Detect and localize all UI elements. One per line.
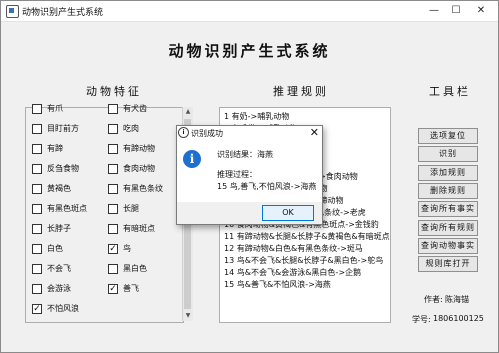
tool-button[interactable]: 查询动物事实 xyxy=(418,237,478,254)
feature-label: 食肉动物 xyxy=(123,164,155,173)
dialog-result: 识别结果：海燕 xyxy=(217,150,273,159)
window-title: 动物识别产生式系统 xyxy=(22,8,104,18)
feature-label: 不会飞 xyxy=(47,264,71,273)
feature-checkbox[interactable] xyxy=(32,224,42,234)
feature-checkbox[interactable] xyxy=(32,264,42,274)
feature-checkbox[interactable]: ✓ xyxy=(108,284,118,294)
feature-label: 有犬齿 xyxy=(123,104,147,113)
feature-checkbox[interactable] xyxy=(108,204,118,214)
feature-label: 有黑色条纹 xyxy=(123,184,163,193)
tools-title: 工具栏 xyxy=(429,85,471,98)
feature-checkbox[interactable] xyxy=(32,144,42,154)
scroll-down-icon[interactable]: ▼ xyxy=(183,311,193,321)
feature-checkbox[interactable] xyxy=(32,244,42,254)
dialog-title: 识别成功 xyxy=(191,129,223,138)
dialog-body: i 识别结果：海燕 推理过程： 15 鸟,善飞,不怕风浪->海燕 xyxy=(177,140,322,202)
feature-checkbox[interactable] xyxy=(108,164,118,174)
feature-checkbox[interactable] xyxy=(32,104,42,114)
features-title: 动物特征 xyxy=(86,85,142,98)
tool-button[interactable]: 查询所有事实 xyxy=(418,201,478,218)
feature-checkbox[interactable] xyxy=(32,204,42,214)
feature-checkbox[interactable] xyxy=(108,264,118,274)
maximize-button[interactable]: ☐ xyxy=(448,3,464,18)
tool-button[interactable]: 添加规则 xyxy=(418,164,478,181)
author-label: 作者: xyxy=(424,295,443,304)
dialog-process-label: 推理过程： xyxy=(217,170,257,179)
feature-label: 不怕风浪 xyxy=(47,304,79,313)
app-icon xyxy=(6,5,19,18)
result-dialog: i 识别成功 ✕ i 识别结果：海燕 推理过程： 15 鸟,善飞,不怕风浪->海… xyxy=(176,125,323,225)
tool-button[interactable]: 选项复位 xyxy=(418,128,478,144)
tool-button[interactable]: 识别 xyxy=(418,146,478,163)
feature-label: 长腿 xyxy=(123,204,139,213)
feature-checkbox[interactable] xyxy=(32,284,42,294)
feature-label: 善飞 xyxy=(123,284,139,293)
feature-label: 有黑色斑点 xyxy=(47,204,87,213)
features-panel: 有爪 有犬齿目盯前方 吃肉有蹄 有蹄动物反刍食物 食肉动物黄褐色 有黑色条纹有黑色斑点 长腿… xyxy=(25,104,184,323)
feature-checkbox[interactable]: ✓ xyxy=(108,244,118,254)
feature-label: 反刍食物 xyxy=(47,164,79,173)
feature-label: 黄褐色 xyxy=(47,184,71,193)
main-window: 动物识别产生式系统 — ☐ ✕ 动物识别产生式系统 动物特征 推理规则 工具栏 … xyxy=(0,0,499,353)
feature-label: 长脖子 xyxy=(47,224,71,233)
minimize-button[interactable]: — xyxy=(426,3,442,18)
rule-item[interactable]: 12 有蹄动物&白色&有黑色条纹->斑马 xyxy=(224,243,363,254)
feature-checkbox[interactable] xyxy=(108,144,118,154)
scroll-up-icon[interactable]: ▲ xyxy=(183,107,193,117)
dialog-info-icon: i xyxy=(178,127,189,138)
rule-item[interactable]: 1 有奶->哺乳动物 xyxy=(224,111,289,122)
feature-checkbox[interactable] xyxy=(32,124,42,134)
dialog-close-button[interactable]: ✕ xyxy=(310,126,319,139)
feature-label: 鸟 xyxy=(123,244,131,253)
rule-item[interactable]: 13 鸟&不会飞&长腿&长脖子&黑白色->鸵鸟 xyxy=(224,255,383,266)
feature-checkbox[interactable] xyxy=(32,164,42,174)
feature-checkbox[interactable] xyxy=(108,104,118,114)
rules-title: 推理规则 xyxy=(273,85,329,98)
information-icon: i xyxy=(183,150,201,168)
feature-label: 黑白色 xyxy=(123,264,147,273)
author-name: 陈海锚 xyxy=(445,295,469,304)
title-bar: 动物识别产生式系统 — ☐ ✕ xyxy=(1,1,498,22)
tool-button[interactable]: 查询所有规则 xyxy=(418,219,478,236)
feature-checkbox[interactable] xyxy=(108,184,118,194)
feature-label: 有蹄动物 xyxy=(123,144,155,153)
feature-label: 有爪 xyxy=(47,104,63,113)
tool-button[interactable]: 规则库打开 xyxy=(418,256,478,273)
ok-button[interactable]: OK xyxy=(262,205,314,221)
feature-checkbox[interactable] xyxy=(108,124,118,134)
feature-label: 会游泳 xyxy=(47,284,71,293)
rule-item[interactable]: 15 鸟&善飞&不怕风浪->海燕 xyxy=(224,279,331,290)
page-title: 动物识别产生式系统 xyxy=(168,42,331,60)
rule-item[interactable]: 11 有蹄动物&长腿&长脖子&黄褐色&有暗斑点->长颈鹿 xyxy=(224,231,390,242)
feature-label: 有蹄 xyxy=(47,144,63,153)
feature-checkbox[interactable]: ✓ xyxy=(32,304,42,314)
feature-label: 吃肉 xyxy=(123,124,139,133)
tool-button[interactable]: 删除规则 xyxy=(418,182,478,199)
feature-checkbox[interactable] xyxy=(32,184,42,194)
feature-label: 有暗斑点 xyxy=(123,224,155,233)
close-button[interactable]: ✕ xyxy=(473,3,489,18)
rule-item[interactable]: 14 鸟&不会飞&会游泳&黑白色->企鹅 xyxy=(224,267,361,278)
dialog-process: 15 鸟,善飞,不怕风浪->海燕 xyxy=(217,182,317,191)
dialog-footer: OK xyxy=(177,202,322,224)
feature-label: 目盯前方 xyxy=(47,124,79,133)
student-id: 1806100125 xyxy=(433,314,484,323)
feature-label: 白色 xyxy=(47,244,63,253)
feature-checkbox[interactable] xyxy=(108,224,118,234)
student-id-label: 学号: xyxy=(412,315,431,324)
